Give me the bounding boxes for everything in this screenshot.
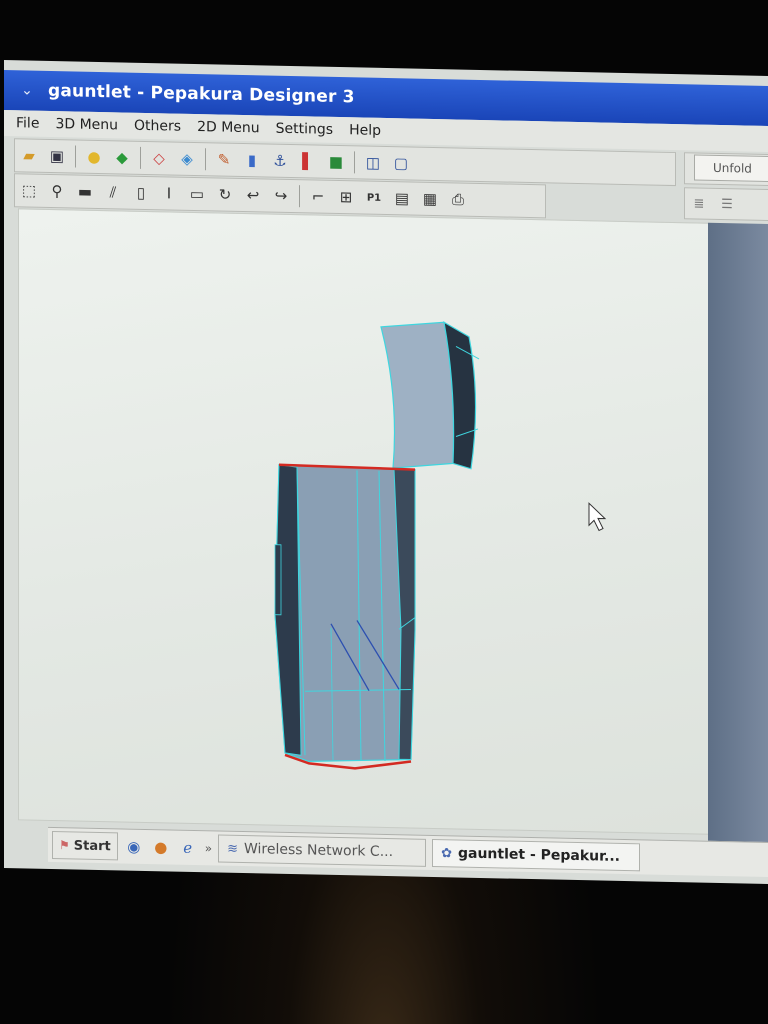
- ie-quicklaunch-icon[interactable]: ℯ: [177, 837, 199, 859]
- settings-page-icon[interactable]: ▦: [418, 187, 442, 212]
- menu-file[interactable]: File: [4, 115, 47, 132]
- firefox-quicklaunch-icon[interactable]: ●: [150, 836, 172, 858]
- save-icon[interactable]: ▣: [45, 144, 69, 169]
- menu-3d[interactable]: 3D Menu: [47, 116, 126, 134]
- wireframe-cube-icon[interactable]: ◇: [147, 146, 171, 171]
- 2d-view-pane[interactable]: [708, 222, 768, 855]
- right-toolbar-2: ≣ ☰: [684, 187, 768, 222]
- red-blue-bars-icon[interactable]: ▌: [296, 149, 320, 174]
- start-label: Start: [73, 837, 111, 854]
- desktop-quicklaunch-icon[interactable]: ◉: [123, 835, 145, 857]
- split-view-icon[interactable]: ◫: [361, 150, 385, 175]
- toolbar-separator: [354, 151, 355, 174]
- pepakura-app-icon: ✿: [441, 845, 452, 861]
- open-folder-icon[interactable]: ▰: [17, 143, 41, 168]
- cylinder-icon[interactable]: ▮: [240, 148, 264, 173]
- taskbar-item-label: Wireless Network C...: [244, 841, 394, 861]
- taskbar-item-pepakura[interactable]: ✿ gauntlet - Pepakur...: [432, 838, 641, 872]
- network-icon: ≋: [227, 841, 238, 857]
- windows-flag-icon: ⚑: [59, 838, 70, 853]
- monitor-bezel: [0, 868, 768, 1024]
- 3d-view-pane[interactable]: [18, 208, 710, 835]
- flaps-icon[interactable]: ⫽: [101, 180, 125, 205]
- toolbar-separator: [299, 185, 300, 208]
- list-alt-icon[interactable]: ☰: [715, 192, 739, 217]
- join-edge-icon[interactable]: ↩: [241, 183, 265, 208]
- green-box-icon[interactable]: ■: [324, 150, 348, 175]
- list-icon[interactable]: ≣: [687, 191, 711, 216]
- anchor-icon[interactable]: ⚓: [268, 149, 292, 174]
- image-icon[interactable]: ▭: [185, 182, 209, 207]
- taskbar-item-wireless[interactable]: ≋ Wireless Network C...: [218, 834, 427, 867]
- rotate-piece-icon[interactable]: ↻: [213, 182, 237, 207]
- edge-tool-icon[interactable]: ⚲: [45, 179, 69, 204]
- toolbar-separator: [140, 146, 141, 169]
- panel-icon[interactable]: ▬: [73, 179, 97, 204]
- single-view-icon[interactable]: ▢: [389, 151, 413, 176]
- printer-icon[interactable]: ⎙: [446, 187, 470, 212]
- toolbar-separator: [205, 148, 206, 171]
- menu-2d[interactable]: 2D Menu: [189, 119, 268, 137]
- screen: ⌄ gauntlet - Pepakura Designer 3 File 3D…: [4, 60, 768, 885]
- taskbar-item-label: gauntlet - Pepakur...: [458, 845, 621, 865]
- piece-icon[interactable]: ▯: [129, 181, 153, 206]
- start-button[interactable]: ⚑ Start: [52, 831, 118, 861]
- toolbar-separator: [75, 145, 76, 168]
- page-number-icon[interactable]: P1: [362, 185, 386, 210]
- redo-icon[interactable]: ↪: [269, 184, 293, 209]
- mouse-cursor-icon: [588, 502, 607, 532]
- app-menu-icon[interactable]: ⌄: [16, 79, 38, 101]
- colored-cube-icon[interactable]: ◆: [110, 145, 134, 170]
- grid-pieces-icon[interactable]: ⊞: [334, 185, 358, 210]
- shaded-cube-icon[interactable]: ◈: [175, 147, 199, 172]
- unfold-button[interactable]: Unfold: [694, 154, 768, 183]
- menu-help[interactable]: Help: [341, 122, 389, 139]
- menu-others[interactable]: Others: [126, 118, 189, 135]
- page-frame-icon[interactable]: ⌐: [306, 184, 330, 209]
- select-icon[interactable]: ⬚: [17, 178, 41, 203]
- menu-settings[interactable]: Settings: [268, 121, 341, 139]
- quicklaunch-chevron-icon[interactable]: »: [205, 841, 212, 855]
- lightbulb-icon[interactable]: ●: [82, 145, 106, 170]
- text-box-icon[interactable]: Ⅰ: [157, 181, 181, 206]
- window-title: gauntlet - Pepakura Designer 3: [48, 80, 355, 108]
- monitor: ⌄ gauntlet - Pepakura Designer 3 File 3D…: [0, 0, 768, 1024]
- layout-icon[interactable]: ▤: [390, 186, 414, 211]
- gauntlet-3d-model[interactable]: [19, 209, 709, 833]
- pencil-icon[interactable]: ✎: [212, 147, 236, 172]
